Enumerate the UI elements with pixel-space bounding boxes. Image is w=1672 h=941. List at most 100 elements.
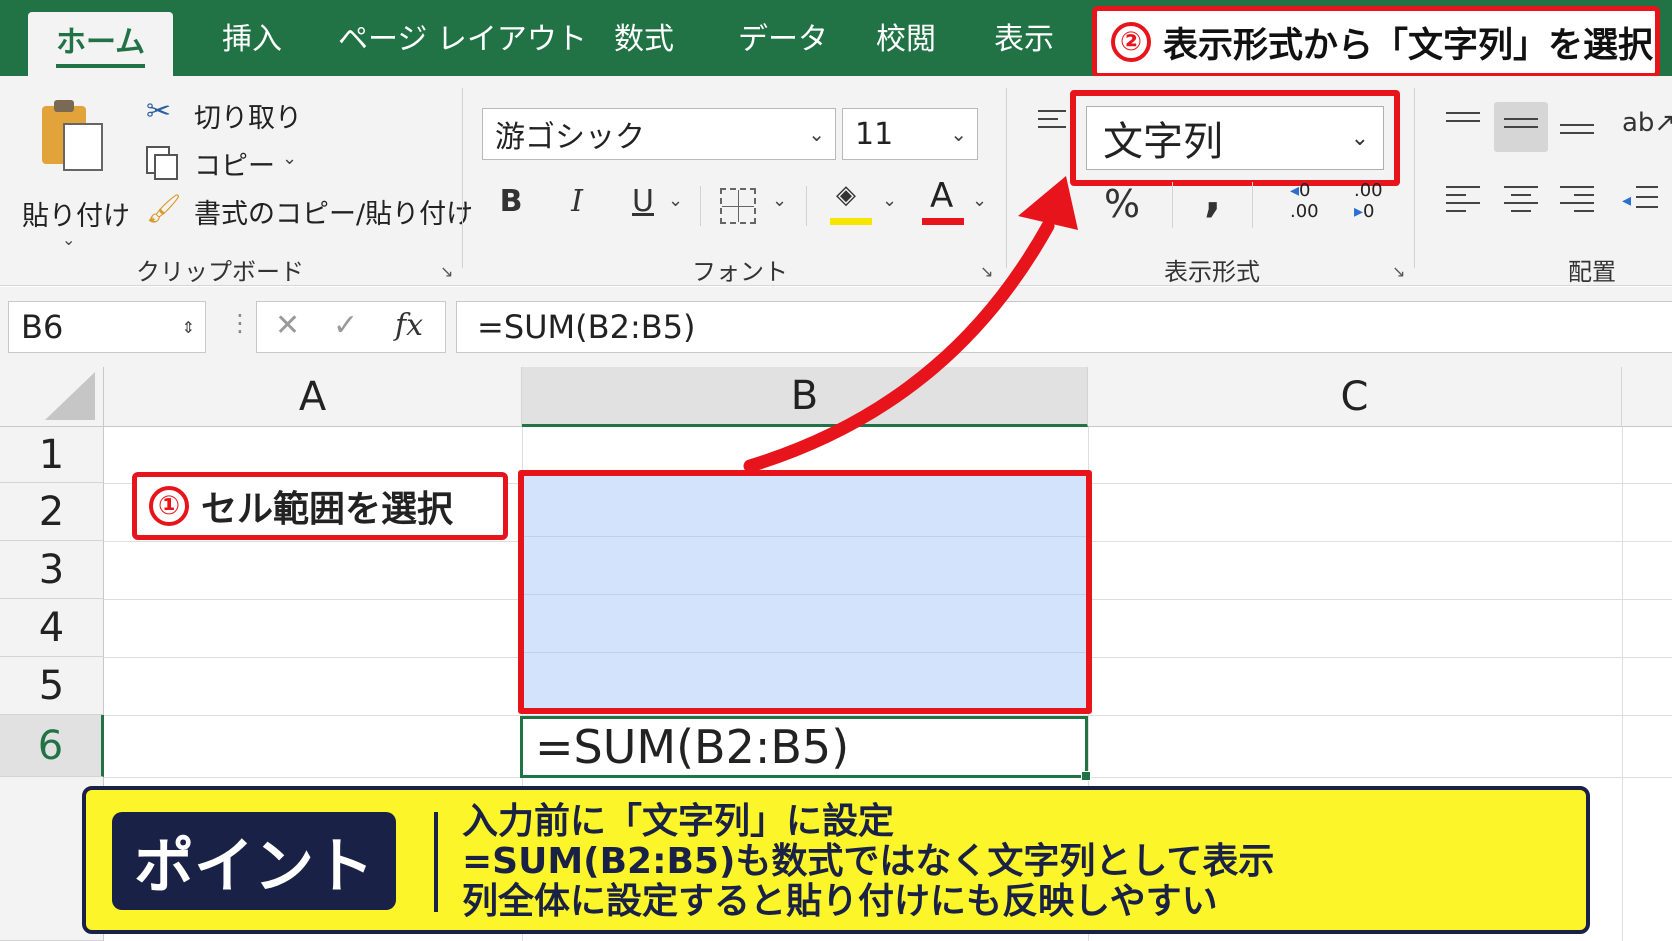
insert-function-icon[interactable]: fx (395, 308, 423, 343)
active-tab-underline (56, 64, 146, 68)
step1-number: ① (149, 486, 189, 526)
clipboard-launcher-icon[interactable]: ↘ (440, 262, 453, 281)
arrow-right-icon: ▸ (1354, 201, 1364, 222)
paste-button[interactable]: 貼り付け ⌄ (18, 96, 130, 249)
cell-b6-value: =SUM(B2:B5) (535, 720, 850, 774)
point-badge: ポイント (112, 812, 396, 910)
ribbon-separator (1252, 182, 1253, 228)
row-header-3[interactable]: 3 (0, 541, 104, 599)
formula-bar-grip-icon[interactable]: ⋮ (228, 309, 252, 337)
paint-bucket-icon: ◈ (836, 180, 856, 210)
align-left-icon[interactable] (1446, 186, 1480, 212)
number-format-highlight: 文字列 ⌄ (1070, 90, 1400, 186)
wrap-alignment-icon[interactable] (1038, 110, 1066, 134)
borders-button[interactable] (720, 188, 756, 224)
font-color-dropdown-icon[interactable]: ⌄ (972, 190, 987, 211)
column-header-b[interactable]: B (522, 367, 1088, 427)
italic-button[interactable]: I (562, 184, 592, 219)
step2-text: 表示形式から「文字列」を選択 (1163, 25, 1654, 66)
borders-dropdown-icon[interactable]: ⌄ (772, 190, 787, 211)
point-line-3: 列全体に設定すると貼り付けにも反映しやすい (462, 881, 1218, 922)
increase-decimal-button[interactable]: ◂0 .00 (1290, 180, 1340, 230)
chevron-down-icon: ⌄ (808, 122, 825, 146)
paste-label: 貼り付け (22, 201, 130, 232)
row-header-5[interactable]: 5 (0, 657, 104, 715)
brush-icon: 🖌 (146, 192, 182, 225)
decrease-decimal-bottom: 0 (1363, 201, 1375, 222)
decrease-decimal-button[interactable]: .00 ▸0 (1354, 180, 1404, 230)
fill-color-dropdown-icon[interactable]: ⌄ (882, 190, 897, 211)
fill-handle[interactable] (1081, 771, 1091, 781)
row-header-4[interactable]: 4 (0, 599, 104, 657)
column-gridline (1622, 427, 1623, 941)
column-header-d[interactable] (1622, 367, 1672, 427)
tab-home[interactable]: ホーム (28, 12, 174, 76)
cancel-icon[interactable]: ✕ (275, 308, 300, 343)
step2-callout: ② 表示形式から「文字列」を選択 (1092, 6, 1660, 78)
cell-divider (524, 594, 1086, 595)
decrease-indent-icon[interactable]: ◂ (1622, 186, 1658, 216)
font-name-value: 游ゴシック (495, 120, 645, 155)
copy-button[interactable]: コピー ⌄ (146, 144, 306, 182)
cell-b6[interactable]: =SUM(B2:B5) (520, 716, 1091, 781)
point-separator (434, 812, 438, 912)
middle-align-button[interactable] (1494, 102, 1548, 152)
font-launcher-icon[interactable]: ↘ (980, 262, 993, 281)
name-box[interactable]: B6 ⇕ (8, 301, 206, 353)
row-header-2[interactable]: 2 (0, 483, 104, 541)
step1-text: セル範囲を選択 (201, 489, 454, 530)
font-color-icon: A (930, 176, 954, 216)
row-header-6[interactable]: 6 (0, 715, 104, 777)
formula-input[interactable]: =SUM(B2:B5) (456, 301, 1672, 353)
number-format-launcher-icon[interactable]: ↘ (1392, 262, 1405, 281)
selected-range-b2-b5[interactable] (518, 470, 1092, 714)
cut-button[interactable]: ✂ 切り取り (146, 94, 306, 134)
tab-page-layout[interactable]: ページ レイアウト (338, 20, 587, 60)
top-align-icon[interactable] (1446, 112, 1480, 136)
alignment-group-label: 配置 (1568, 258, 1616, 286)
font-color-button[interactable]: A (922, 176, 966, 230)
fill-color-button[interactable]: ◈ (830, 180, 874, 230)
font-name-combo[interactable]: 游ゴシック ⌄ (482, 108, 836, 160)
tab-review[interactable]: 校閲 (876, 20, 936, 60)
tab-view[interactable]: 表示 (994, 20, 1054, 60)
bold-button[interactable]: B (496, 184, 526, 219)
comma-style-button[interactable]: , (1204, 168, 1221, 222)
point-line-1: 入力前に「文字列」に設定 (462, 801, 895, 842)
name-box-value: B6 (21, 308, 64, 346)
font-group-label: フォント (692, 258, 788, 286)
tab-insert[interactable]: 挿入 (222, 20, 282, 60)
ribbon-separator (1414, 88, 1415, 268)
copy-dropdown-icon: ⌄ (282, 148, 298, 169)
tab-formulas[interactable]: 数式 (614, 20, 674, 60)
tab-home-label: ホーム (56, 25, 146, 60)
underline-button[interactable]: U (628, 184, 658, 219)
orientation-icon[interactable]: ab↗ (1622, 108, 1672, 138)
column-header-a[interactable]: A (104, 367, 522, 427)
chevron-down-icon: ⌄ (1350, 125, 1369, 151)
bottom-align-icon[interactable] (1560, 124, 1594, 148)
align-center-icon[interactable] (1504, 186, 1538, 212)
increase-decimal-bottom: .00 (1290, 201, 1319, 222)
fill-color-bar (830, 218, 872, 225)
row-header-1[interactable]: 1 (0, 427, 104, 483)
percent-style-button[interactable]: % (1104, 182, 1140, 226)
enter-icon[interactable]: ✓ (333, 308, 358, 343)
column-header-c[interactable]: C (1088, 367, 1622, 427)
font-size-combo[interactable]: 11 ⌄ (842, 108, 978, 160)
ribbon-separator (700, 186, 701, 226)
format-painter-button[interactable]: 🖌 書式のコピー/貼り付け (146, 192, 473, 230)
ribbon-separator (1006, 88, 1007, 268)
format-painter-label: 書式のコピー/貼り付け (194, 199, 474, 230)
number-format-combo[interactable]: 文字列 ⌄ (1086, 106, 1384, 170)
underline-dropdown-icon[interactable]: ⌄ (668, 190, 683, 211)
point-box: ポイント 入力前に「文字列」に設定 =SUM(B2:B5)も数式ではなく文字列と… (82, 786, 1590, 934)
step2-number: ② (1111, 22, 1151, 62)
tab-data[interactable]: データ (738, 20, 828, 60)
ribbon-separator (462, 88, 463, 268)
align-right-icon[interactable] (1560, 186, 1594, 212)
select-all-button[interactable] (0, 367, 104, 427)
decrease-decimal-top: .00 (1354, 180, 1383, 201)
font-size-value: 11 (855, 116, 894, 152)
updown-icon: ⇕ (181, 317, 195, 337)
